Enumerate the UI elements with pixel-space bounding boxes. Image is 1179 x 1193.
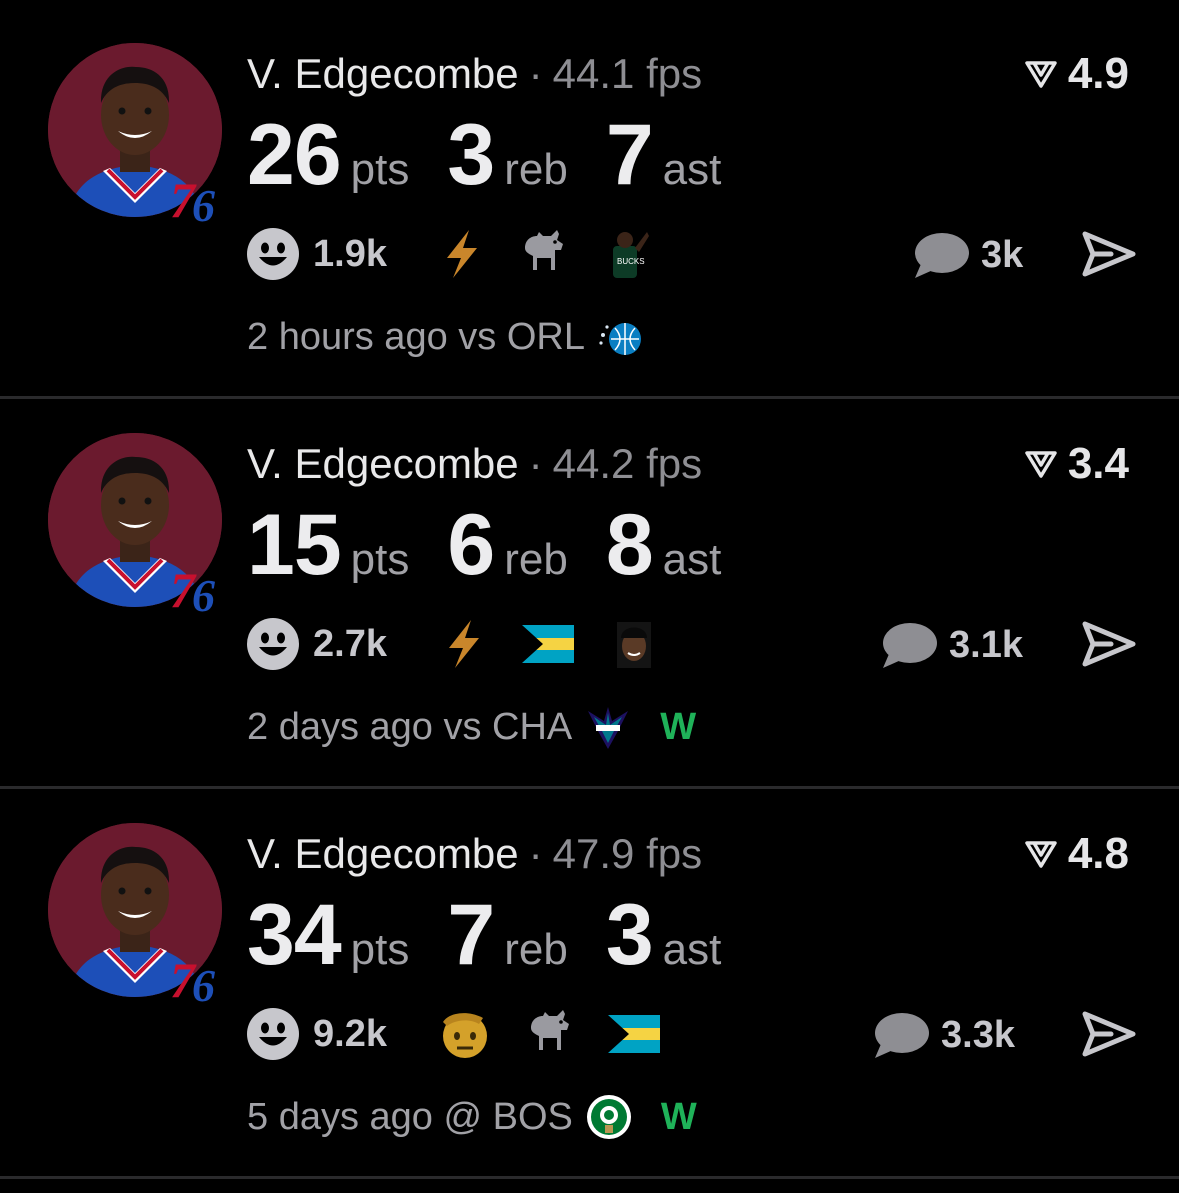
comment-count: 3.3k xyxy=(941,1013,1015,1056)
lightning-emoji-icon[interactable] xyxy=(435,226,489,282)
stat-line: 15 pts 6 reb 8 ast xyxy=(247,496,759,596)
rating-value: 4.8 xyxy=(1067,829,1129,878)
separator: · xyxy=(528,50,543,97)
points-label: pts xyxy=(350,145,410,194)
share-icon[interactable] xyxy=(1081,230,1137,278)
points-label: pts xyxy=(350,535,410,584)
separator: · xyxy=(528,440,543,487)
game-meta: 5 days ago @ BOS W xyxy=(247,1092,697,1142)
stat-line: 26 pts 3 reb 7 ast xyxy=(247,106,759,206)
player-name[interactable]: V. Edgecombe xyxy=(247,50,519,97)
smiley-icon[interactable] xyxy=(247,618,299,670)
rebounds-label: reb xyxy=(504,925,568,974)
fantasy-points: 44.2 fps xyxy=(552,440,703,487)
rating-value: 4.9 xyxy=(1067,49,1129,98)
rating-badge[interactable]: 3.4 xyxy=(1024,438,1129,490)
bahamas-flag-emoji-icon[interactable] xyxy=(521,616,575,672)
comment-count: 3.1k xyxy=(949,623,1023,666)
comment-bubble-icon xyxy=(871,1010,929,1060)
rating-badge[interactable]: 4.8 xyxy=(1024,828,1129,880)
game-result: W xyxy=(660,1095,697,1138)
comment-bubble-icon xyxy=(911,230,969,280)
assists-label: ast xyxy=(662,925,722,974)
boston-celtics-logo-icon xyxy=(585,1093,633,1141)
points-label: pts xyxy=(350,925,410,974)
rating-icon xyxy=(1024,59,1058,89)
rebounds-value: 7 xyxy=(447,887,495,983)
charlotte-hornets-logo-icon xyxy=(584,703,632,751)
opponent[interactable]: @ BOS xyxy=(443,1096,572,1139)
reaction-count[interactable]: 9.2k xyxy=(313,1012,387,1056)
bahamas-flag-emoji-icon[interactable] xyxy=(607,1006,661,1062)
player-avatar[interactable] xyxy=(48,43,226,225)
player-face-emoji-icon[interactable] xyxy=(607,616,661,672)
opponent[interactable]: vs ORL xyxy=(458,316,585,359)
goat-emoji-icon[interactable] xyxy=(523,1006,577,1062)
player-name-line: V. Edgecombe · 44.1 fps xyxy=(247,48,702,100)
rating-value: 3.4 xyxy=(1067,439,1129,488)
player-avatar[interactable] xyxy=(48,823,226,1005)
rebounds-label: reb xyxy=(504,535,568,584)
player-name-line: V. Edgecombe · 47.9 fps xyxy=(247,828,702,880)
game-meta: 2 days ago vs CHA W xyxy=(247,702,696,752)
points-value: 34 xyxy=(247,887,342,983)
comment-button[interactable]: 3.3k xyxy=(871,1010,1015,1060)
comment-count: 3k xyxy=(981,233,1024,276)
sixers-logo-icon xyxy=(170,171,226,223)
player-celebration-emoji-icon[interactable] xyxy=(599,226,653,282)
share-icon[interactable] xyxy=(1081,620,1137,668)
opponent[interactable]: vs CHA xyxy=(443,706,572,749)
rebounds-value: 3 xyxy=(447,107,495,203)
share-icon[interactable] xyxy=(1081,1010,1137,1058)
reaction-count[interactable]: 2.7k xyxy=(313,622,387,666)
assists-value: 8 xyxy=(605,497,654,593)
separator: · xyxy=(528,830,543,877)
game-result: W xyxy=(660,705,697,748)
time-ago: 2 hours ago xyxy=(247,315,448,358)
player-avatar[interactable] xyxy=(48,433,226,615)
feed-card[interactable]: V. Edgecombe · 44.2 fps 3.4 15 pts 6 reb 8 as… xyxy=(0,396,1179,786)
smiley-icon[interactable] xyxy=(247,228,299,280)
points-value: 26 xyxy=(247,107,342,203)
reaction-row: 2.7k 3.1k xyxy=(247,616,1137,672)
time-ago: 2 days ago xyxy=(247,705,433,748)
time-ago: 5 days ago xyxy=(247,1095,433,1138)
orlando-magic-logo-icon xyxy=(597,313,645,361)
smiley-icon[interactable] xyxy=(247,1008,299,1060)
sixers-logo-icon xyxy=(170,561,226,613)
assists-label: ast xyxy=(662,145,722,194)
assists-label: ast xyxy=(662,535,722,584)
comment-bubble-icon xyxy=(879,620,937,670)
saluting-face-emoji-icon[interactable] xyxy=(439,1006,493,1062)
rating-badge[interactable]: 4.9 xyxy=(1024,48,1129,100)
card-divider xyxy=(0,1176,1179,1179)
fantasy-points: 47.9 fps xyxy=(552,830,703,877)
rebounds-label: reb xyxy=(504,145,568,194)
comment-button[interactable]: 3k xyxy=(911,230,1023,280)
reaction-row: 9.2k 3.3k xyxy=(247,1006,1137,1062)
game-meta: 2 hours ago vs ORL xyxy=(247,312,645,362)
sixers-logo-icon xyxy=(170,951,226,1003)
rating-icon xyxy=(1024,839,1058,869)
player-name[interactable]: V. Edgecombe xyxy=(247,440,519,487)
reaction-row: 1.9k 3k xyxy=(247,226,1137,282)
player-name-line: V. Edgecombe · 44.2 fps xyxy=(247,438,702,490)
player-name[interactable]: V. Edgecombe xyxy=(247,830,519,877)
points-value: 15 xyxy=(247,497,342,593)
goat-emoji-icon[interactable] xyxy=(517,226,571,282)
lightning-emoji-icon[interactable] xyxy=(437,616,491,672)
reaction-count[interactable]: 1.9k xyxy=(313,232,387,276)
assists-value: 7 xyxy=(605,107,654,203)
stat-line: 34 pts 7 reb 3 ast xyxy=(247,886,759,986)
assists-value: 3 xyxy=(605,887,654,983)
rebounds-value: 6 xyxy=(447,497,495,593)
fantasy-points: 44.1 fps xyxy=(552,50,703,97)
rating-icon xyxy=(1024,449,1058,479)
comment-button[interactable]: 3.1k xyxy=(879,620,1023,670)
feed-card[interactable]: V. Edgecombe · 44.1 fps 4.9 26 pts 3 reb 7 as… xyxy=(0,6,1179,396)
feed-card[interactable]: V. Edgecombe · 47.9 fps 4.8 34 pts 7 reb 3 as… xyxy=(0,786,1179,1176)
